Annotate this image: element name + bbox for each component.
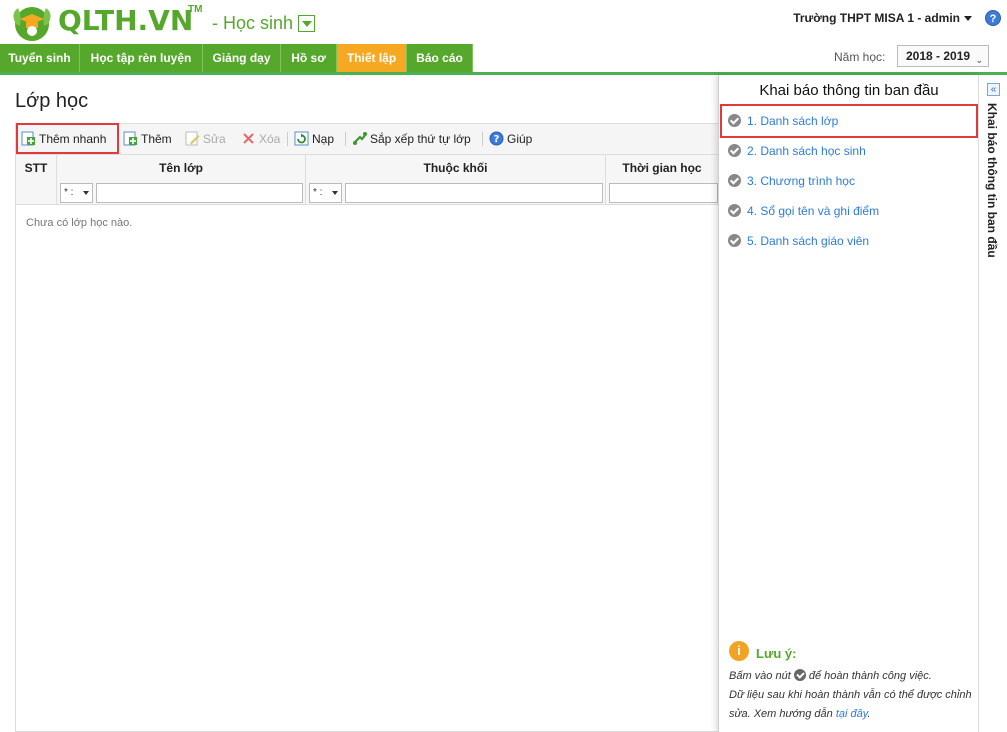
toolbar-divider bbox=[482, 132, 483, 146]
check-circle-icon bbox=[728, 234, 741, 247]
school-user-menu[interactable]: Trường THPT MISA 1 - admin bbox=[793, 11, 972, 25]
reload-button[interactable]: Nạp bbox=[292, 128, 334, 150]
add-icon bbox=[123, 131, 137, 146]
note-title: Lưu ý: bbox=[756, 646, 797, 661]
step-danh-sach-giao-vien[interactable]: 5. Danh sách giáo viên bbox=[727, 230, 869, 252]
delete-icon bbox=[243, 133, 254, 144]
info-icon: i bbox=[729, 641, 749, 661]
check-circle-icon bbox=[728, 204, 741, 217]
step-danh-sach-hoc-sinh[interactable]: 2. Danh sách học sinh bbox=[727, 140, 866, 162]
help-label: Giúp bbox=[507, 132, 533, 146]
step-label: 4. Sổ gọi tên và ghi điểm bbox=[747, 204, 880, 218]
add-label: Thêm bbox=[141, 132, 172, 146]
logo-trademark: TM bbox=[188, 4, 203, 15]
grid-header: STT Tên lớp Thuộc khối Thời gian học * :… bbox=[16, 155, 718, 205]
caret-down-icon bbox=[83, 191, 89, 195]
nav-tab-ho-so[interactable]: Hồ sơ bbox=[281, 44, 337, 72]
edit-button[interactable]: Sửa bbox=[183, 128, 226, 150]
caret-down-icon bbox=[332, 191, 338, 195]
quick-add-highlight bbox=[16, 123, 119, 154]
empty-message: Chưa có lớp học nào. bbox=[26, 217, 133, 229]
module-label: - Học sinh bbox=[212, 13, 294, 33]
toolbar-divider bbox=[345, 132, 346, 146]
chevron-down-icon: ⌄ bbox=[975, 55, 983, 65]
column-header-thoi-gian-hoc[interactable]: Thời gian học bbox=[606, 155, 718, 181]
nav-tab-giang-day[interactable]: Giảng dạy bbox=[203, 44, 281, 72]
refresh-icon bbox=[294, 131, 309, 146]
sort-class-order-button[interactable]: Sắp xếp thứ tự lớp bbox=[350, 128, 471, 150]
check-circle-icon bbox=[793, 669, 806, 681]
check-circle-icon bbox=[728, 174, 741, 187]
help-icon[interactable]: ? bbox=[985, 10, 1001, 26]
panel-title: Khai báo thông tin ban đầu bbox=[759, 82, 939, 99]
app-header: QLTH.VN TM - Học sinh Trường THPT MISA 1… bbox=[0, 0, 1007, 44]
filter-input-thuoc-khoi[interactable] bbox=[345, 183, 603, 203]
collapse-panel-icon[interactable]: « bbox=[987, 83, 1000, 96]
note-text: Bấm vào nút để hoàn thành công việc. Dữ … bbox=[729, 667, 973, 724]
nav-tab-hoc-tap-ren-luyen[interactable]: Học tập rèn luyện bbox=[80, 44, 203, 72]
sort-icon bbox=[353, 132, 367, 145]
delete-label: Xóa bbox=[259, 132, 281, 146]
class-grid: STT Tên lớp Thuộc khối Thời gian học * :… bbox=[15, 154, 719, 732]
nav-tab-bao-cao[interactable]: Báo cáo bbox=[407, 44, 473, 72]
filter-cell-thoi-gian-hoc bbox=[606, 181, 718, 205]
module-dropdown-button[interactable] bbox=[298, 15, 315, 32]
filter-operator-thuoc-khoi[interactable]: * : bbox=[309, 183, 342, 203]
column-header-stt[interactable]: STT bbox=[16, 155, 57, 181]
help-button[interactable]: ? Giúp bbox=[487, 128, 532, 150]
step-label: 2. Danh sách học sinh bbox=[747, 144, 866, 158]
svg-text:?: ? bbox=[494, 134, 500, 145]
filter-cell-stt bbox=[16, 181, 57, 205]
caret-down-icon bbox=[964, 16, 972, 22]
side-tab-label: Khai báo thông tin ban đầu bbox=[985, 103, 999, 258]
step-so-goi-ten-ghi-diem[interactable]: 4. Sổ gọi tên và ghi điểm bbox=[727, 200, 879, 222]
guide-link[interactable]: tại đây bbox=[836, 708, 868, 720]
delete-button[interactable]: Xóa bbox=[239, 128, 280, 150]
year-label: Năm học: bbox=[834, 50, 886, 64]
setup-guide-panel: Khai báo thông tin ban đầu 1. Danh sách … bbox=[718, 75, 978, 732]
filter-operator-label: * : bbox=[64, 187, 74, 198]
step-label: 5. Danh sách giáo viên bbox=[747, 234, 870, 248]
nav-tab-tuyen-sinh[interactable]: Tuyển sinh bbox=[0, 44, 80, 72]
note-text-part: . bbox=[867, 708, 871, 720]
edit-icon bbox=[185, 131, 200, 146]
filter-input-ten-lop[interactable] bbox=[96, 183, 303, 203]
step-chuong-trinh-hoc[interactable]: 3. Chương trình học bbox=[727, 170, 855, 192]
step-label: 3. Chương trình học bbox=[747, 174, 855, 188]
note-text-part: Bấm vào nút bbox=[729, 670, 791, 682]
filter-input-thoi-gian-hoc[interactable] bbox=[609, 183, 718, 203]
nav-tab-thiet-lap[interactable]: Thiết lập bbox=[337, 44, 407, 72]
column-header-thuoc-khoi[interactable]: Thuộc khối bbox=[306, 155, 606, 181]
add-button[interactable]: Thêm bbox=[121, 128, 172, 150]
filter-operator-ten-lop[interactable]: * : bbox=[60, 183, 93, 203]
page-title: Lớp học bbox=[15, 90, 89, 112]
column-header-ten-lop[interactable]: Tên lớp bbox=[57, 155, 306, 181]
reload-label: Nạp bbox=[312, 132, 335, 146]
help-icon: ? bbox=[489, 131, 504, 146]
year-value: 2018 - 2019 bbox=[906, 49, 971, 63]
filter-cell-ten-lop: * : bbox=[57, 181, 306, 205]
logo-icon bbox=[13, 7, 51, 41]
toolbar: Thêm nhanh Thêm Sửa Xóa Nạp Sắp xếp thứ … bbox=[15, 123, 719, 154]
check-circle-icon bbox=[728, 144, 741, 157]
step-highlight bbox=[720, 104, 978, 138]
logo-text: QLTH.VN bbox=[58, 4, 194, 37]
filter-cell-thuoc-khoi: * : bbox=[306, 181, 606, 205]
side-tab[interactable]: « Khai báo thông tin ban đầu bbox=[978, 75, 1007, 732]
note-text-part: để hoàn thành công việc. bbox=[808, 670, 932, 682]
filter-operator-label: * : bbox=[313, 187, 323, 198]
school-user-label: Trường THPT MISA 1 - admin bbox=[793, 11, 960, 25]
sort-label: Sắp xếp thứ tự lớp bbox=[370, 132, 471, 146]
edit-label: Sửa bbox=[203, 132, 226, 146]
year-select[interactable]: 2018 - 2019 ⌄ bbox=[897, 45, 989, 67]
toolbar-divider bbox=[287, 132, 288, 146]
